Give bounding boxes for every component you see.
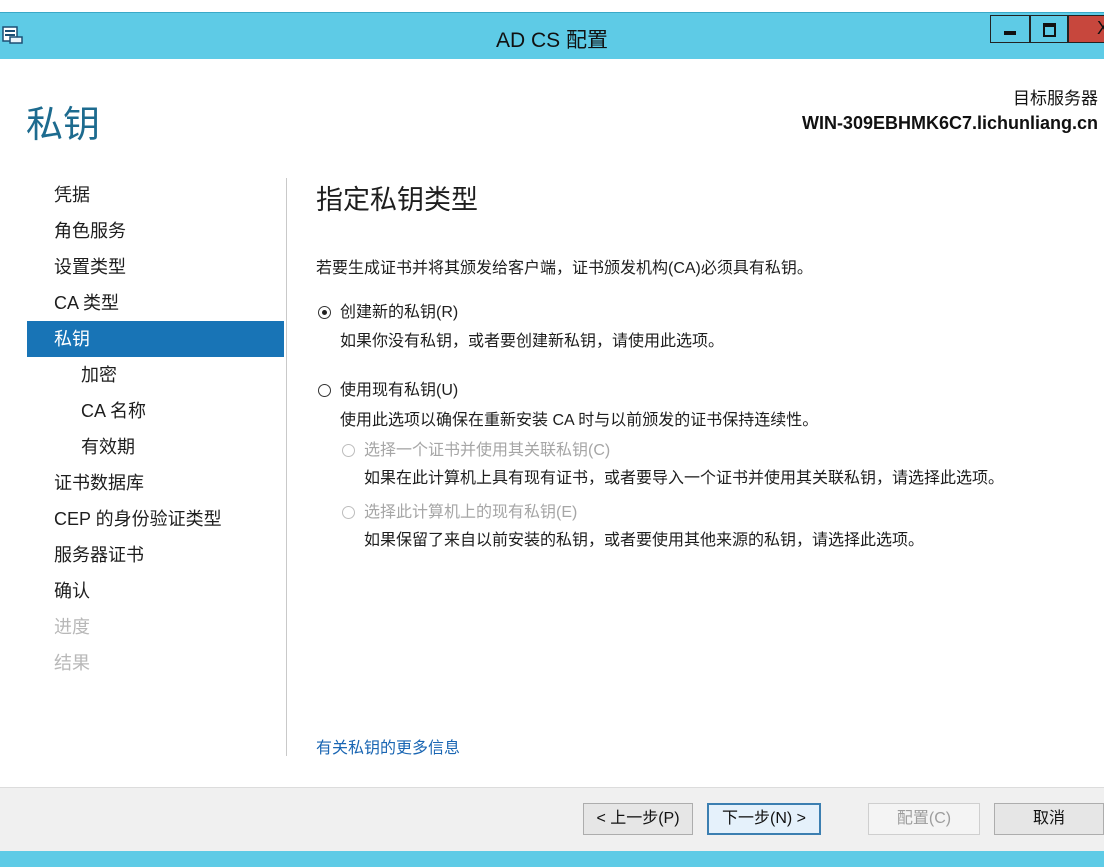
intro-text: 若要生成证书并将其颁发给客户端，证书颁发机构(CA)必须具有私钥。 [316,260,813,277]
nav-item-private-key[interactable]: 私钥 [27,321,284,357]
wizard-nav: 凭据 角色服务 设置类型 CA 类型 私钥 加密 CA 名称 有效期 证书数据库… [27,177,284,681]
nav-item-progress: 进度 [54,617,90,637]
nav-item-certificate-database[interactable]: 证书数据库 [27,465,284,501]
radio-select-certificate-label: 选择一个证书并使用其关联私钥(C) [364,442,611,459]
radio-create-new-key[interactable]: 创建新的私钥(R) [318,298,458,322]
configure-button: 配置(C) [868,803,980,835]
nav-item-setup-type[interactable]: 设置类型 [27,249,284,285]
nav-item-cep-authentication[interactable]: CEP 的身份验证类型 [27,501,284,537]
nav-item-ca-type[interactable]: CA 类型 [27,285,284,321]
radio-select-existing-key: 选择此计算机上的现有私钥(E) [342,498,577,522]
nav-divider [286,178,287,756]
minimize-button[interactable] [990,15,1030,43]
target-server-name: WIN-309EBHMK6C7.lichunliang.cn [801,113,1098,133]
use-existing-key-description: 使用此选项以确保在重新安装 CA 时与以前颁发的证书保持连续性。 [340,412,819,429]
window-bottom-border [0,851,1104,867]
page-title: 私钥 [26,104,100,145]
nav-item-confirmation[interactable]: 确认 [27,573,284,609]
radio-unchecked-icon[interactable] [318,384,331,397]
radio-create-new-key-label: 创建新的私钥(R) [340,304,459,321]
select-certificate-description: 如果在此计算机上具有现有证书，或者要导入一个证书并使用其关联私钥，请选择此选项。 [364,470,1005,487]
maximize-button[interactable] [1030,15,1068,43]
radio-use-existing-key-label: 使用现有私钥(U) [340,382,459,399]
nav-item-results: 结果 [54,653,90,673]
window-title: AD CS 配置 [495,29,608,52]
nav-item-role-services[interactable]: 角色服务 [27,213,284,249]
nav-item-server-certificate[interactable]: 服务器证书 [27,537,284,573]
radio-select-existing-key-label: 选择此计算机上的现有私钥(E) [364,504,578,521]
target-server-label: 目标服务器 [1013,89,1098,108]
title-bar[interactable]: AD CS 配置 X [0,12,1104,59]
nav-item-validity-period[interactable]: 有效期 [27,429,284,465]
select-existing-key-description: 如果保留了来自以前安装的私钥，或者要使用其他来源的私钥，请选择此选项。 [364,532,925,549]
radio-disabled-icon [342,444,355,457]
close-icon: X [1097,18,1104,38]
nav-item-ca-name[interactable]: CA 名称 [27,393,284,429]
nav-item-cryptography[interactable]: 加密 [27,357,284,393]
radio-checked-icon[interactable] [318,306,331,319]
radio-use-existing-key[interactable]: 使用现有私钥(U) [318,376,458,400]
nav-item-credentials[interactable]: 凭据 [27,177,284,213]
previous-button[interactable]: < 上一步(P) [583,803,693,835]
section-heading: 指定私钥类型 [316,185,478,215]
cancel-button[interactable]: 取消 [994,803,1104,835]
create-new-key-description: 如果你没有私钥，或者要创建新私钥，请使用此选项。 [340,333,725,350]
radio-disabled-icon [342,506,355,519]
more-info-link[interactable]: 有关私钥的更多信息 [316,734,460,758]
radio-select-certificate: 选择一个证书并使用其关联私钥(C) [342,436,610,460]
next-button[interactable]: 下一步(N) > [707,803,821,835]
close-button[interactable]: X [1068,15,1104,43]
